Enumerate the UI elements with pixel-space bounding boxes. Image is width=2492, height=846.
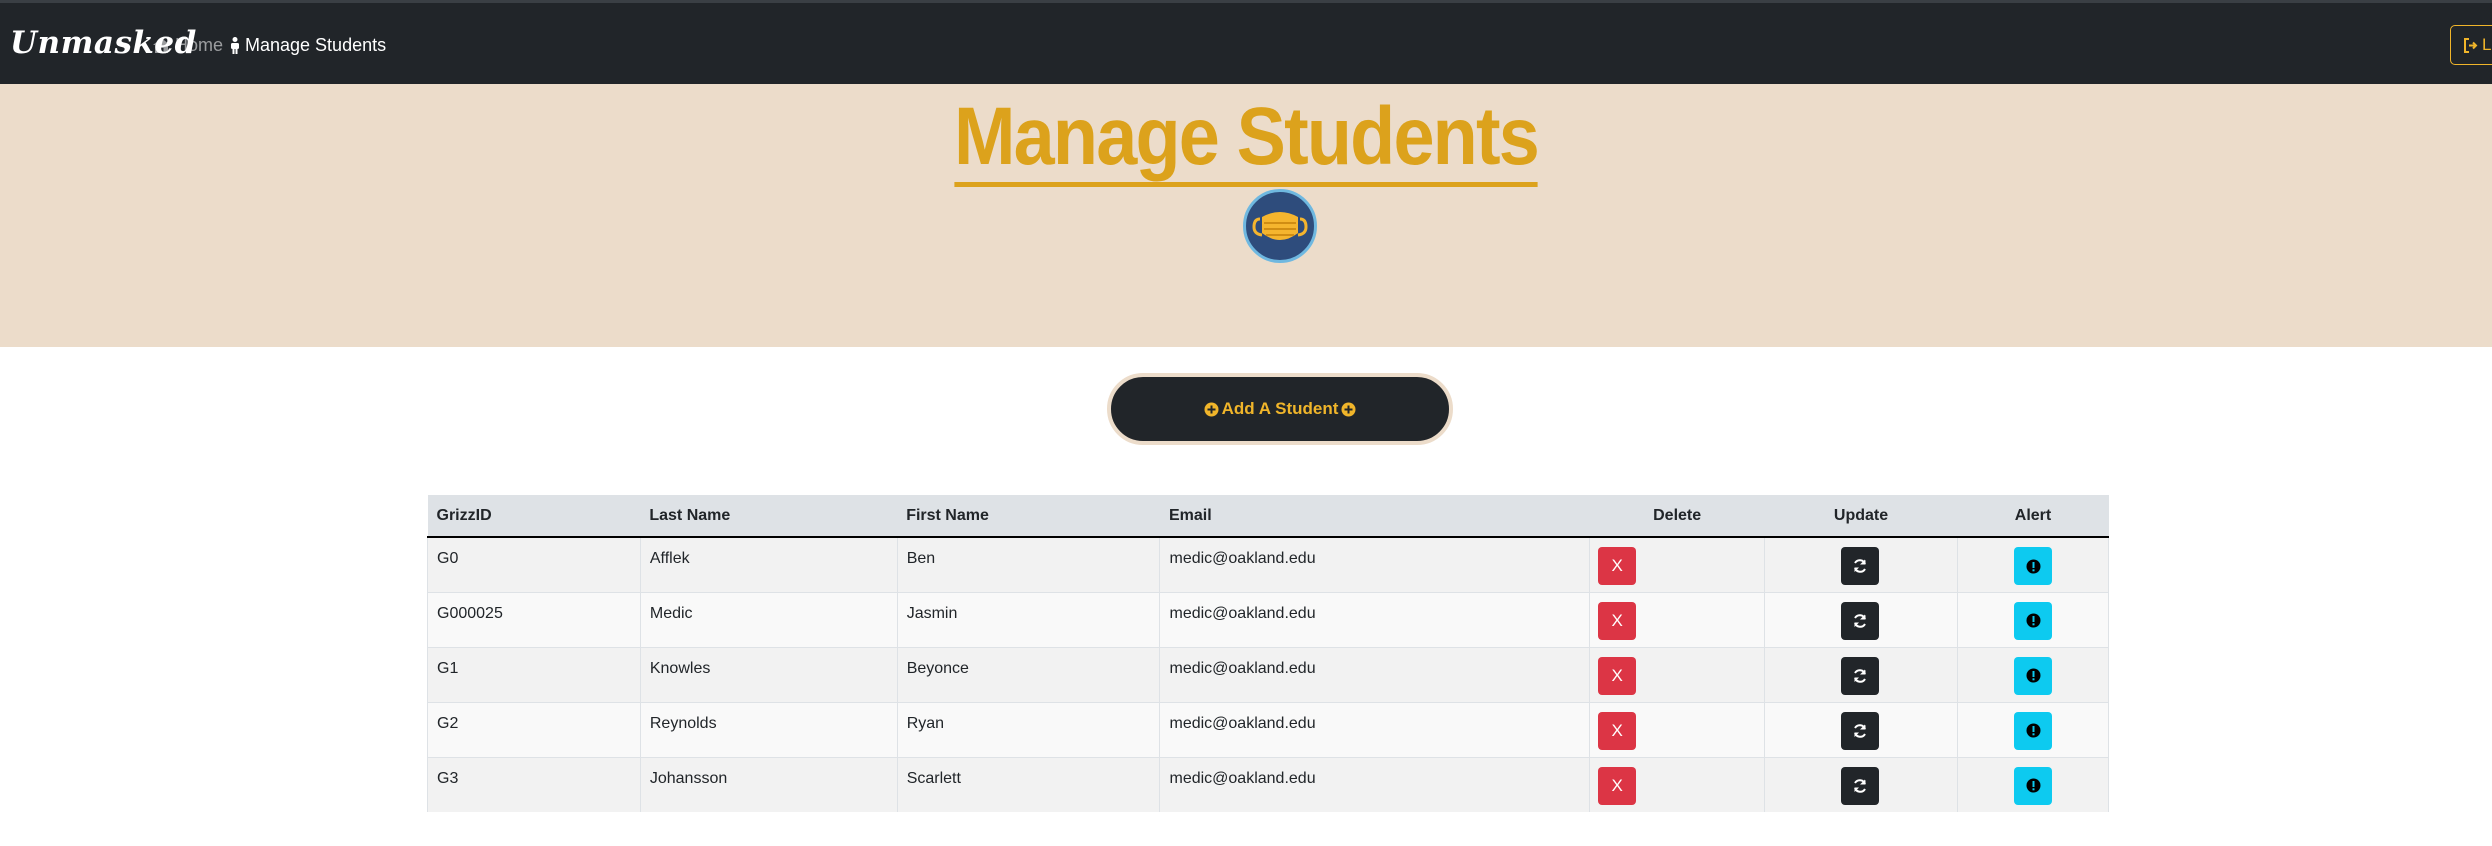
alert-button[interactable] [2014, 711, 2052, 750]
cell-last-name: Medic [640, 591, 898, 647]
refresh-icon [1854, 613, 1867, 628]
cell-delete: X [1589, 701, 1766, 757]
table-row: G3 Johansson Scarlett medic@oakland.edu X [427, 756, 2109, 812]
cell-grizzid: G1 [427, 646, 641, 702]
header-email: Email [1159, 495, 1590, 538]
cell-last-name: Johansson [640, 756, 898, 812]
delete-button[interactable]: X [1598, 656, 1637, 695]
cell-last-name: Afflek [640, 536, 898, 592]
nav-manage-label: Manage Students [245, 35, 387, 55]
cell-delete: X [1589, 536, 1766, 592]
cell-alert [1957, 591, 2109, 647]
page-title: Manage Students [125, 90, 2368, 187]
table-row: G0 Afflek Ben medic@oakland.edu X [427, 536, 2109, 592]
cell-first-name: Ryan [897, 701, 1161, 757]
cell-first-name: Ben [897, 536, 1161, 592]
cell-delete: X [1589, 646, 1766, 702]
cell-grizzid: G000025 [427, 591, 641, 647]
top-navbar: Unmasked Home Manage Students Lo [0, 0, 2492, 84]
sign-out-icon [2464, 37, 2478, 53]
header-grizzid: GrizzID [427, 495, 641, 538]
table-row: G2 Reynolds Ryan medic@oakland.edu X [427, 701, 2109, 757]
header-last-name: Last Name [640, 495, 898, 538]
cell-first-name: Jasmin [897, 591, 1161, 647]
exclamation-circle-icon [2026, 723, 2040, 738]
nav-home-label: Home [175, 35, 224, 55]
table-row: G000025 Medic Jasmin medic@oakland.edu X [427, 591, 2109, 647]
cell-alert [1957, 701, 2109, 757]
cell-email: medic@oakland.edu [1159, 536, 1591, 592]
alert-button[interactable] [2014, 656, 2052, 695]
cell-update [1764, 701, 1958, 757]
plus-circle-icon [1341, 402, 1356, 416]
person-icon [231, 37, 239, 54]
delete-button[interactable]: X [1598, 601, 1637, 640]
update-button[interactable] [1841, 711, 1880, 750]
cell-grizzid: G0 [427, 536, 641, 592]
add-student-label: Add A Student [1221, 399, 1339, 418]
update-button[interactable] [1841, 601, 1880, 640]
exclamation-circle-icon [2026, 613, 2040, 628]
nav-home-link[interactable]: Home [153, 35, 223, 56]
cell-first-name: Beyonce [897, 646, 1161, 702]
delete-button[interactable]: X [1598, 711, 1637, 750]
update-button[interactable] [1841, 547, 1880, 585]
table-row: G1 Knowles Beyonce medic@oakland.edu X [427, 646, 2109, 702]
cell-update [1764, 756, 1958, 812]
cell-grizzid: G3 [427, 756, 641, 812]
cell-update [1764, 536, 1958, 592]
exclamation-circle-icon [2026, 559, 2040, 573]
cell-update [1764, 591, 1958, 647]
alert-button[interactable] [2014, 547, 2052, 585]
cell-email: medic@oakland.edu [1159, 646, 1591, 702]
header-update: Update [1764, 495, 1958, 538]
logout-button[interactable]: Lo [2450, 25, 2492, 65]
alert-button[interactable] [2014, 766, 2052, 805]
cell-alert [1957, 756, 2109, 812]
logout-label: Lo [2482, 35, 2492, 54]
cell-update [1764, 646, 1958, 702]
cell-last-name: Knowles [640, 646, 898, 702]
delete-button[interactable]: X [1598, 547, 1637, 585]
cell-first-name: Scarlett [897, 756, 1161, 812]
cell-last-name: Reynolds [640, 701, 898, 757]
cell-email: medic@oakland.edu [1159, 701, 1591, 757]
refresh-icon [1854, 723, 1867, 738]
delete-button[interactable]: X [1598, 766, 1637, 805]
plus-circle-icon [1204, 402, 1219, 416]
face-mask-graphic [1252, 212, 1308, 240]
home-icon [153, 38, 170, 53]
cell-delete: X [1589, 756, 1766, 812]
face-mask-icon [1243, 189, 1317, 263]
exclamation-circle-icon [2026, 668, 2040, 683]
header-alert: Alert [1957, 495, 2109, 538]
nav-manage-students-link[interactable]: Manage Students [230, 35, 386, 56]
update-button[interactable] [1841, 656, 1880, 695]
update-button[interactable] [1841, 766, 1880, 805]
add-student-button[interactable]: Add A Student [1107, 373, 1453, 445]
students-table: GrizzID Last Name First Name Email Delet… [427, 495, 2109, 812]
cell-alert [1957, 536, 2109, 592]
cell-alert [1957, 646, 2109, 702]
refresh-icon [1854, 778, 1867, 793]
header-first-name: First Name [897, 495, 1160, 538]
cell-grizzid: G2 [427, 701, 641, 757]
table-header-row: GrizzID Last Name First Name Email Delet… [427, 495, 2109, 538]
page-title-text: Manage Students [954, 91, 1540, 187]
alert-button[interactable] [2014, 601, 2052, 640]
cell-delete: X [1589, 591, 1766, 647]
header-delete: Delete [1589, 495, 1765, 538]
cell-email: medic@oakland.edu [1159, 756, 1591, 812]
refresh-icon [1854, 668, 1867, 683]
refresh-icon [1854, 559, 1867, 573]
cell-email: medic@oakland.edu [1159, 591, 1591, 647]
exclamation-circle-icon [2026, 778, 2040, 793]
